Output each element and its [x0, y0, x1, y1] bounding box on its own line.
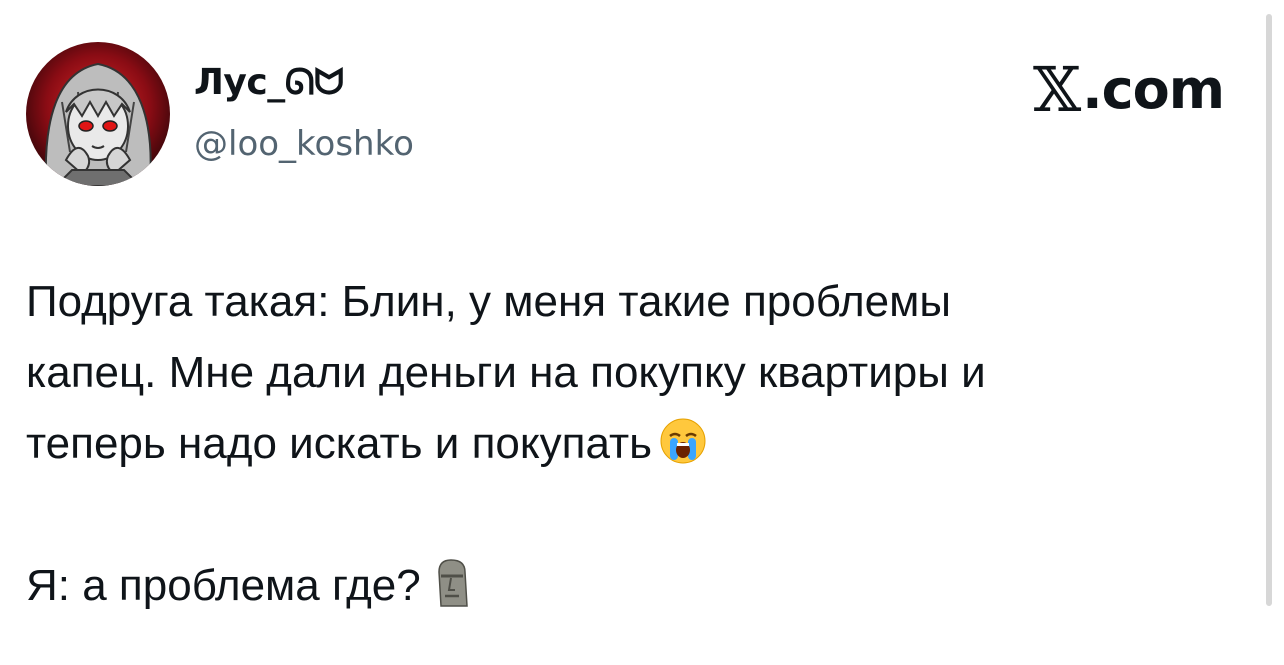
- tweet-line-with-emoji: Я: а проблема где?: [26, 550, 1246, 621]
- tweet-card: Лус_ᘏᗢ @loo_koshko 𝕏 .com Подруга такая:…: [0, 0, 1284, 665]
- x-logo-icon: 𝕏: [1033, 52, 1081, 126]
- loudly-crying-face-emoji-icon: [658, 416, 708, 466]
- scrollbar[interactable]: [1266, 14, 1272, 606]
- moai-emoji-icon: [427, 558, 477, 608]
- tweet-line: теперь надо искать и покупать: [26, 419, 653, 468]
- tweet-body: Подруга такая: Блин, у меня такие пробле…: [26, 266, 1246, 621]
- tweet-line: капец. Мне дали деньги на покупку кварти…: [26, 348, 986, 397]
- avatar-image: [26, 42, 170, 186]
- avatar[interactable]: [26, 42, 170, 186]
- tweet-line: Я: а проблема где?: [26, 561, 421, 610]
- display-name[interactable]: Лус_ᘏᗢ: [194, 62, 344, 104]
- tweet-line: Подруга такая: Блин, у меня такие пробле…: [26, 277, 951, 326]
- tweet-line-with-emoji: теперь надо искать и покупать: [26, 408, 1246, 479]
- user-handle[interactable]: @loo_koshko: [194, 124, 414, 164]
- brand-domain-text: .com: [1082, 58, 1225, 121]
- brand-logo: 𝕏 .com: [1033, 52, 1225, 126]
